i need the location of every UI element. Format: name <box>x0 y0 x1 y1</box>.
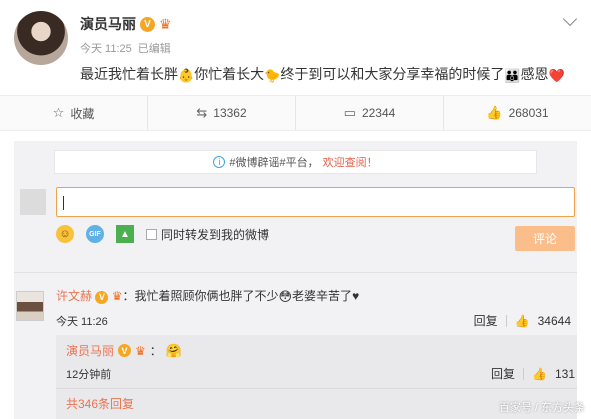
commenter-avatar[interactable] <box>16 291 44 321</box>
vip-crown-icon: ♛ <box>111 289 123 303</box>
reply-time: 12分钟前 <box>66 369 112 381</box>
family-emoji-icon: 👪 <box>504 68 521 83</box>
text-cursor <box>63 195 64 210</box>
notice-highlight: 欢迎查阅！ <box>322 157 378 169</box>
verified-v-icon: V <box>118 344 132 357</box>
author-name[interactable]: 演员马丽 <box>80 14 136 34</box>
reply-author[interactable]: 演员马丽 <box>66 342 114 359</box>
comment-reply-button[interactable]: 回复 <box>474 312 498 329</box>
post-time[interactable]: 今天 11:25 <box>80 40 132 56</box>
baby-emoji-icon: 👶 <box>178 68 195 83</box>
comment-body: 许文赫 V ♛：我忙着照顾你俩也胖了不少😳老婆辛苦了♥ <box>56 287 359 304</box>
edited-label[interactable]: 已编辑 <box>138 40 171 56</box>
favorite-button[interactable]: ☆ 收藏 <box>0 96 148 130</box>
comment-time: 今天 11:26 <box>56 316 108 328</box>
forward-label: 同时转发到我的微博 <box>161 227 270 242</box>
heart-emoji-icon: ❤️ <box>548 68 565 83</box>
comment-text-b: 老婆辛苦了 <box>292 289 353 303</box>
favorite-label: 收藏 <box>70 106 95 121</box>
post-action-bar: ☆ 收藏 ⇆ 13362 ▭ 22344 👍 268031 <box>0 95 591 131</box>
verified-v-icon: V <box>95 290 109 304</box>
vip-crown-icon: ♛ <box>159 15 172 32</box>
comment-panel: i #微博辟谣#平台， 欢迎查阅！ ☺ GIF ▲ 同时转发到我的微博 评论 许文… <box>14 141 577 419</box>
chick-emoji-icon: 🐤 <box>264 68 281 83</box>
repost-icon: ⇆ <box>196 105 208 120</box>
like-count: 268031 <box>508 106 549 120</box>
like-button[interactable]: 👍 268031 <box>444 96 591 130</box>
vip-crown-icon: ♛ <box>135 343 146 358</box>
comment-input[interactable] <box>56 187 575 217</box>
gif-icon[interactable]: GIF <box>86 225 104 243</box>
blush-emoji-icon: 😳 <box>278 289 293 304</box>
composer-toolbar: ☺ GIF ▲ 同时转发到我的微博 <box>56 225 269 243</box>
reply-text: ： <box>149 344 162 358</box>
verified-v-icon: V <box>140 16 155 32</box>
watermark: 百家号 / 东方头条 <box>498 402 585 414</box>
reply-reply-button[interactable]: 回复 <box>491 365 515 382</box>
my-avatar <box>20 189 46 215</box>
emoji-icon[interactable]: ☺ <box>56 225 74 243</box>
comment-count: 22344 <box>361 106 396 120</box>
chevron-down-icon[interactable] <box>562 11 578 27</box>
notice-prefix: #微博辟谣#平台， <box>229 157 319 169</box>
info-icon: i <box>213 156 226 168</box>
divider <box>14 272 577 273</box>
comment-text-a: ：我忙着照顾你俩也胖了不少 <box>122 289 279 303</box>
post-text-part-3: 终于到可以和大家分享幸福的时候了 <box>280 66 505 82</box>
forward-checkbox[interactable] <box>146 228 157 240</box>
commenter-name[interactable]: 许文赫 <box>56 289 92 303</box>
more-replies-link[interactable]: 共346条回复 <box>66 395 134 412</box>
comment-button[interactable]: ▭ 22344 <box>296 96 444 130</box>
post-text: 最近我忙着长胖👶你忙着长大🐤终于到可以和大家分享幸福的时候了👪感恩❤️ <box>80 64 565 84</box>
reply-actions: 回复 👍 131 <box>491 365 575 382</box>
submit-comment-button[interactable]: 评论 <box>515 226 575 251</box>
repost-button[interactable]: ⇆ 13362 <box>148 96 296 130</box>
thumbs-up-icon[interactable]: 👍 <box>515 314 530 328</box>
black-heart-icon: ♥ <box>352 289 360 303</box>
reply-like-count: 131 <box>554 366 575 381</box>
thumbs-up-icon: 👍 <box>486 105 503 120</box>
comment-icon: ▭ <box>343 105 356 120</box>
action-separator <box>505 314 507 327</box>
post-text-part-1: 最近我忙着长胖 <box>80 66 178 82</box>
image-icon[interactable]: ▲ <box>116 225 134 243</box>
author-row: 演员马丽 V ♛ <box>80 14 172 34</box>
repost-count: 13362 <box>213 106 247 120</box>
post-text-part-4: 感恩 <box>520 66 549 82</box>
comment-like-count: 34644 <box>537 313 571 328</box>
author-avatar[interactable] <box>14 11 68 65</box>
divider <box>56 388 577 389</box>
comment-actions: 回复 👍 34644 <box>474 312 571 329</box>
star-icon: ☆ <box>52 105 65 120</box>
rumor-notice[interactable]: i #微博辟谣#平台， 欢迎查阅！ <box>54 150 537 174</box>
reply-body: 演员马丽 V ♛： 🤗 <box>66 342 182 359</box>
action-separator <box>523 367 525 380</box>
post-text-part-2: 你忙着长大 <box>194 66 265 82</box>
thumbs-up-icon[interactable]: 👍 <box>532 367 547 381</box>
hug-emoji-icon: 🤗 <box>165 343 182 358</box>
post-meta: 今天 11:25 已编辑 <box>80 40 171 56</box>
